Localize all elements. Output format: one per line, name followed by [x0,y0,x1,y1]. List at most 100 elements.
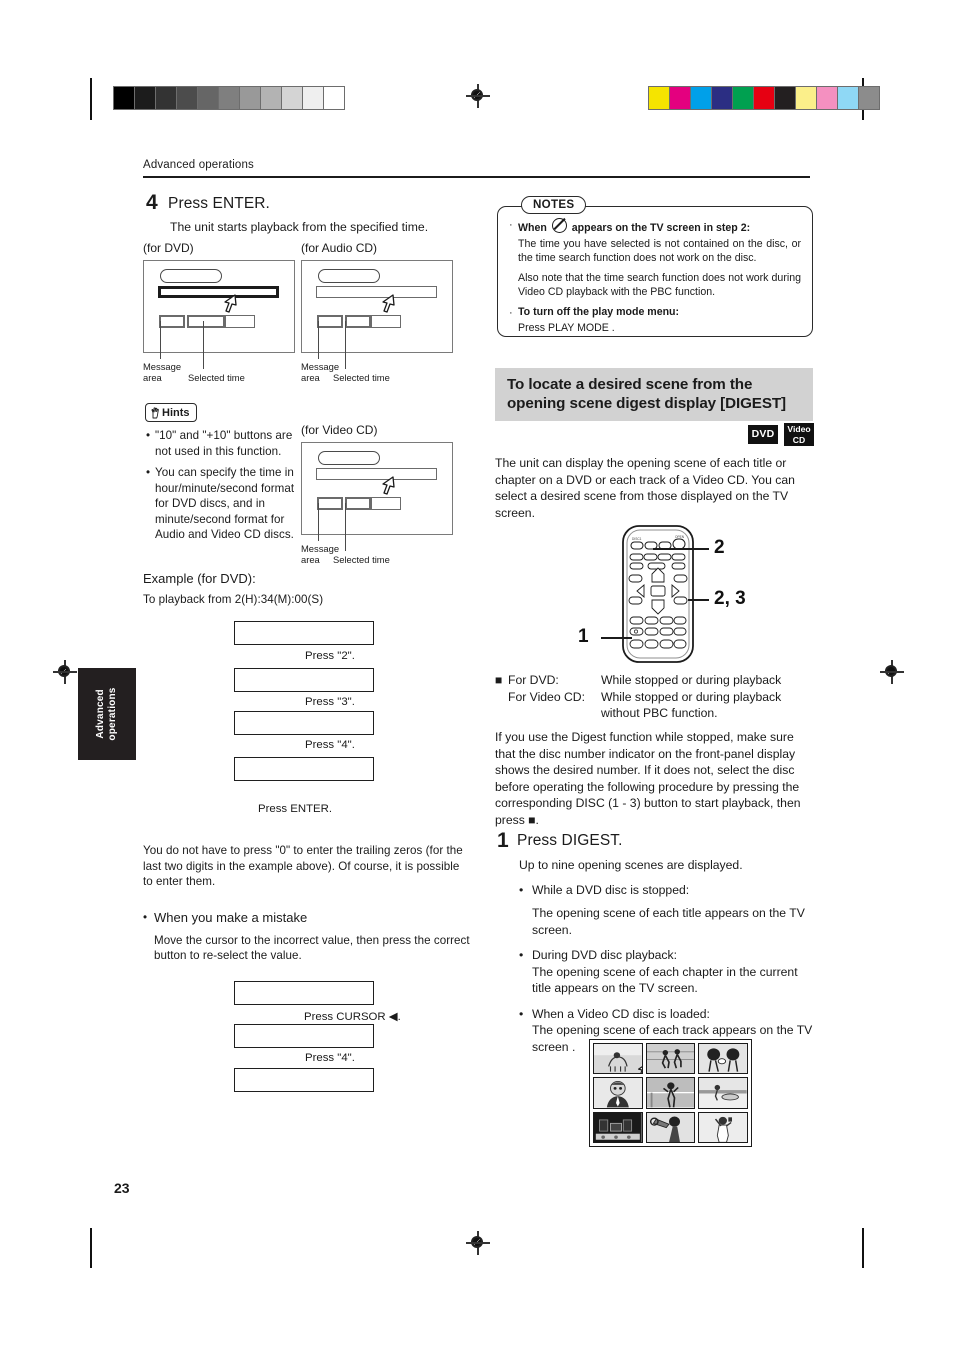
leader-line-video-time [345,503,347,551]
step-1-bullet-1-sub: The opening scene of each chapter in the… [532,964,798,996]
crop-line-bottom-right [862,1228,864,1268]
notes-item-0: · When appears on the TV screen in step … [509,218,801,235]
notes-item-1-para-0: Press PLAY MODE . [518,322,615,335]
digest-cell-stage-scene[interactable] [593,1111,643,1143]
screen-label-audio-cd: (for Audio CD) [301,241,378,255]
trailing-zero-note: You do not have to press "0" to enter th… [143,844,463,888]
digest-cell-man-portrait-scene[interactable] [593,1077,643,1109]
dvd-badge-label: DVD [751,428,775,440]
disc-selection-note: If you use the Digest function while sto… [495,730,801,827]
remote-callout-2-3: 2, 3 [714,588,746,609]
conditions-bullet: ■ [495,673,503,687]
digest-cell-table-tennis-scene[interactable] [698,1043,748,1075]
digest-cell-soccer-scene[interactable] [645,1043,696,1075]
remote-callout-line-2 [653,548,709,550]
notes-item-1-lead: To turn off the play mode menu: [518,306,680,319]
example-press-label-1: Press "3". [305,696,355,708]
gray-patch-2 [156,87,177,109]
dvd-badge: DVD [748,425,778,444]
registration-mark-bottom [466,1231,490,1255]
step-1-title: Press DIGEST. [517,832,623,849]
running-head: Advanced operations [143,159,254,171]
video-cd-badge-line2: CD [792,434,806,445]
digest-thumbnail-grid [589,1039,752,1147]
gray-patch-8 [282,87,303,109]
registration-mark-right [880,660,904,684]
leader-line-video-message [318,503,320,541]
cursor-arrow-icon-video-cd [382,476,395,495]
cursor-arrow-icon-audio-cd [382,294,395,313]
color-patch-1 [670,87,691,109]
step-1-bullet-1-head: During DVD disc playback: [532,948,677,962]
chapter-thumb-tab-label: Advanced operations [95,687,118,741]
tv-time-segment-video-3 [371,497,401,510]
step-4-number: 4 [146,191,158,214]
notes-lead-text: When [518,222,547,234]
color-bar-strip [648,86,880,110]
gray-patch-3 [177,87,198,109]
digest-cell-volleyball-scene[interactable] [645,1077,696,1109]
digest-cell-beach-scene[interactable] [698,1077,748,1109]
notes-content: · When appears on the TV screen in step … [509,218,801,335]
color-patch-0 [649,87,670,109]
leader-line-dvd-time [203,321,205,369]
hints-list: • "10" and "+10" buttons are not used in… [146,428,296,543]
digest-cell-trumpet-scene[interactable] [645,1111,696,1143]
step-1-bullet-2-head: When a Video CD disc is loaded: [532,1006,710,1021]
color-patch-9 [838,87,859,109]
mistake-press-label-0: Press CURSOR ◀. [304,1011,401,1023]
notes-title: NOTES [521,196,587,214]
leader-line-dvd-message [160,321,162,359]
mistake-body: Move the cursor to the incorrect value, … [154,933,470,963]
color-patch-5 [754,87,775,109]
gray-patch-1 [135,87,156,109]
color-patch-3 [712,87,733,109]
example-press-label-2: Press "4". [305,739,355,751]
remote-control-illustration: DISC1 OPEN [618,524,698,664]
conditions-value-1: While stopped or during playback [601,689,782,704]
color-patch-8 [817,87,838,109]
tv-screen-audio-cd [301,260,453,353]
tv-message-bar-dvd [158,286,279,298]
step-4-title: Press ENTER. [168,195,270,212]
hints-label: Hints [162,406,190,419]
tv-time-segment-video-1 [317,497,343,510]
conditions-label-1: For Video CD: [508,689,585,704]
hints-item-1: You can specify the time in hour/minute/… [155,466,295,541]
notes-item-0-lead: When appears on the TV screen in step 2: [518,218,801,235]
registration-mark-top [466,84,490,108]
crop-line-bottom-left [90,1228,92,1268]
step-1-block: 1 Press DIGEST. Up to nine opening scene… [497,830,815,1055]
color-patch-2 [691,87,712,109]
notes-callout: NOTES · When appears on the TV screen in… [497,196,813,337]
pointing-hand-icon [151,406,159,418]
page-number: 23 [114,1180,130,1196]
svg-text:DISC1: DISC1 [632,537,642,541]
conditions-value-0: While stopped or during playback [601,673,782,687]
tv-pill-dvd [160,269,222,283]
hints-item-0: "10" and "+10" buttons are not used in t… [155,429,293,458]
chapter-thumb-tab: Advanced operations [78,668,136,760]
gray-patch-7 [261,87,282,109]
digest-cell-singer-scene[interactable] [698,1111,748,1143]
gray-patch-0 [114,87,135,109]
example-display-box-3 [234,757,374,781]
tv-screen-video-cd [301,442,453,535]
conditions-label-0: For DVD: [508,673,559,687]
step-4-body: The unit starts playback from the specif… [170,220,429,234]
registration-mark-left [53,660,77,684]
caption-dvd-selected-time: Selected time [188,372,245,383]
notes-lead-tail: appears on the TV screen in step 2: [571,222,751,234]
digest-cell-dog-scene[interactable] [593,1043,643,1075]
tv-time-segment-audio-3 [371,315,401,328]
gray-patch-5 [219,87,240,109]
example-display-box-1 [234,668,374,692]
svg-text:OPEN: OPEN [675,535,685,539]
notes-item-0-para-1: Also note that the time search function … [518,272,801,298]
conditions-value-2: without PBC function. [601,706,718,720]
caption-video-selected-time: Selected time [333,554,390,565]
hints-bullet-0: • [146,429,151,442]
mistake-press-label-1: Press "4". [305,1052,355,1064]
example-press-label-3: Press ENTER. [258,803,333,815]
tv-pill-video-cd [318,451,380,465]
